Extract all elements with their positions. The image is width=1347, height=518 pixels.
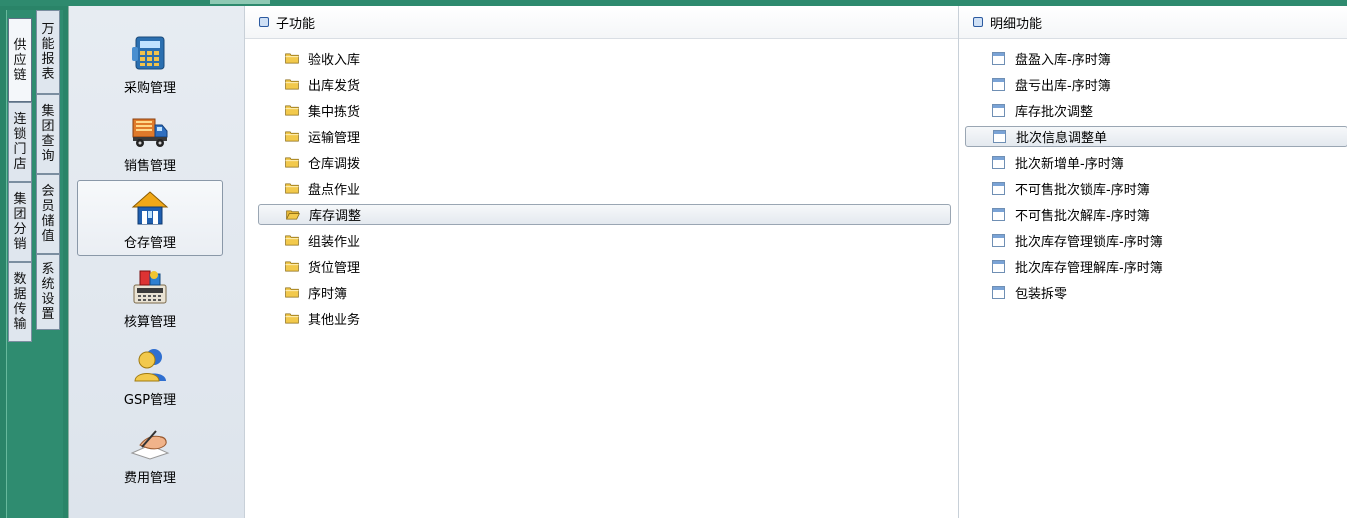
detail-function-header: 明细功能 <box>959 6 1347 39</box>
folder-icon <box>285 235 299 246</box>
item-label: 运输管理 <box>308 131 361 146</box>
folder-icon <box>285 53 299 64</box>
item-label: 批次库存管理锁库-序时簿 <box>1015 235 1163 250</box>
module-gsp-label: GSP管理 <box>123 393 177 408</box>
writing-hand-icon <box>130 430 170 460</box>
document-icon <box>992 182 1005 195</box>
folder-icon <box>285 157 299 168</box>
users-icon <box>134 349 166 382</box>
item-label: 集中拣货 <box>308 105 361 120</box>
item-label: 货位管理 <box>308 261 361 276</box>
side-tab-supply-chain[interactable]: 供应链 <box>8 18 32 102</box>
side-tab-chain-stores[interactable]: 连锁门店 <box>8 102 32 182</box>
detail-function-item[interactable]: 盘盈入库-序时簿 <box>965 48 1347 69</box>
folder-icon <box>285 287 299 298</box>
document-icon <box>992 104 1005 117</box>
sub-function-item[interactable]: 仓库调拨 <box>258 152 951 173</box>
document-icon <box>993 130 1006 143</box>
accounting-icon <box>133 270 167 304</box>
module-column: 采购管理 销售管理 仓存管理 核算管理 GSP管理 费用管理 <box>68 6 244 518</box>
sub-function-item[interactable]: 运输管理 <box>258 126 951 147</box>
detail-function-item[interactable]: 包装拆零 <box>965 282 1347 303</box>
header-bullet-icon <box>259 17 269 27</box>
module-gsp[interactable]: GSP管理 <box>77 336 223 412</box>
sub-function-item[interactable]: 其他业务 <box>258 308 951 329</box>
module-purchase[interactable]: 采购管理 <box>77 24 223 100</box>
document-icon <box>992 234 1005 247</box>
calculator-icon <box>132 36 165 70</box>
item-label: 仓库调拨 <box>308 157 361 172</box>
item-label: 出库发货 <box>308 79 361 94</box>
detail-function-item[interactable]: 不可售批次锁库-序时簿 <box>965 178 1347 199</box>
folder-icon <box>285 261 299 272</box>
detail-function-item[interactable]: 库存批次调整 <box>965 100 1347 121</box>
document-icon <box>992 260 1005 273</box>
side-tab-member-stored-value[interactable]: 会员储值 <box>36 174 60 254</box>
detail-function-item[interactable]: 盘亏出库-序时簿 <box>965 74 1347 95</box>
sub-function-item[interactable]: 货位管理 <box>258 256 951 277</box>
side-tab-group-query[interactable]: 集团查询 <box>36 94 60 174</box>
folder-icon <box>285 105 299 116</box>
item-label: 组装作业 <box>308 235 361 250</box>
item-label: 批次信息调整单 <box>1016 131 1108 146</box>
module-accounting-label: 核算管理 <box>123 315 176 330</box>
folder-icon <box>285 79 299 90</box>
item-label: 库存调整 <box>309 209 362 224</box>
item-label: 验收入库 <box>308 53 361 68</box>
side-tab-universal-report[interactable]: 万能报表 <box>36 10 60 94</box>
item-label: 批次新增单-序时簿 <box>1015 157 1124 172</box>
item-label: 不可售批次锁库-序时簿 <box>1015 183 1150 198</box>
header-bullet-icon <box>973 17 983 27</box>
document-icon <box>992 156 1005 169</box>
item-label: 包装拆零 <box>1015 287 1068 302</box>
detail-function-item[interactable]: 批次库存管理锁库-序时簿 <box>965 230 1347 251</box>
module-sales[interactable]: 销售管理 <box>77 102 223 178</box>
detail-function-title: 明细功能 <box>990 16 1043 32</box>
sub-function-header: 子功能 <box>245 6 958 39</box>
sub-function-item[interactable]: 库存调整 <box>258 204 951 225</box>
detail-function-item[interactable]: 批次新增单-序时簿 <box>965 152 1347 173</box>
module-warehouse-label: 仓存管理 <box>123 236 176 251</box>
side-tab-system-settings[interactable]: 系统设置 <box>36 254 60 330</box>
sub-function-item[interactable]: 出库发货 <box>258 74 951 95</box>
folder-icon <box>285 183 299 194</box>
sub-function-item[interactable]: 盘点作业 <box>258 178 951 199</box>
top-frame-accent <box>210 0 270 4</box>
document-icon <box>992 78 1005 91</box>
sub-function-item[interactable]: 序时簿 <box>258 282 951 303</box>
module-purchase-label: 采购管理 <box>123 81 176 96</box>
document-icon <box>992 52 1005 65</box>
item-label: 盘亏出库-序时簿 <box>1015 79 1111 94</box>
truck-icon <box>132 118 168 147</box>
item-label: 序时簿 <box>308 287 348 302</box>
folder-open-icon <box>285 210 301 220</box>
item-label: 库存批次调整 <box>1015 105 1094 120</box>
sub-function-item[interactable]: 组装作业 <box>258 230 951 251</box>
warehouse-icon <box>131 191 169 225</box>
sub-function-title: 子功能 <box>276 16 316 32</box>
module-warehouse[interactable]: 仓存管理 <box>77 180 223 256</box>
item-label: 其他业务 <box>308 313 361 328</box>
module-accounting[interactable]: 核算管理 <box>77 258 223 334</box>
detail-function-pane: 明细功能 盘盈入库-序时簿 盘亏出库-序时簿 库存批次调整 批次信息调整单批次新增单-… <box>958 6 1347 518</box>
module-expense[interactable]: 费用管理 <box>77 414 223 490</box>
item-label: 盘盈入库-序时簿 <box>1015 53 1111 68</box>
item-label: 批次库存管理解库-序时簿 <box>1015 261 1163 276</box>
sub-function-item[interactable]: 验收入库 <box>258 48 951 69</box>
module-expense-label: 费用管理 <box>123 471 176 486</box>
sub-function-item[interactable]: 集中拣货 <box>258 100 951 121</box>
detail-function-item[interactable]: 不可售批次解库-序时簿 <box>965 204 1347 225</box>
sub-function-pane: 子功能 验收入库出库发货集中拣货运输管理仓库调拨盘点作业库存调整组装作业货位管理… <box>244 6 958 518</box>
item-label: 盘点作业 <box>308 183 361 198</box>
side-tab-data-transfer[interactable]: 数据传输 <box>8 262 32 342</box>
side-tab-group-distribution[interactable]: 集团分销 <box>8 182 32 262</box>
item-label: 不可售批次解库-序时簿 <box>1015 209 1150 224</box>
folder-icon <box>285 313 299 324</box>
document-icon <box>992 208 1005 221</box>
module-sales-label: 销售管理 <box>123 159 176 174</box>
folder-icon <box>285 131 299 142</box>
document-icon <box>992 286 1005 299</box>
detail-function-item[interactable]: 批次库存管理解库-序时簿 <box>965 256 1347 277</box>
detail-function-item[interactable]: 批次信息调整单 <box>965 126 1347 147</box>
